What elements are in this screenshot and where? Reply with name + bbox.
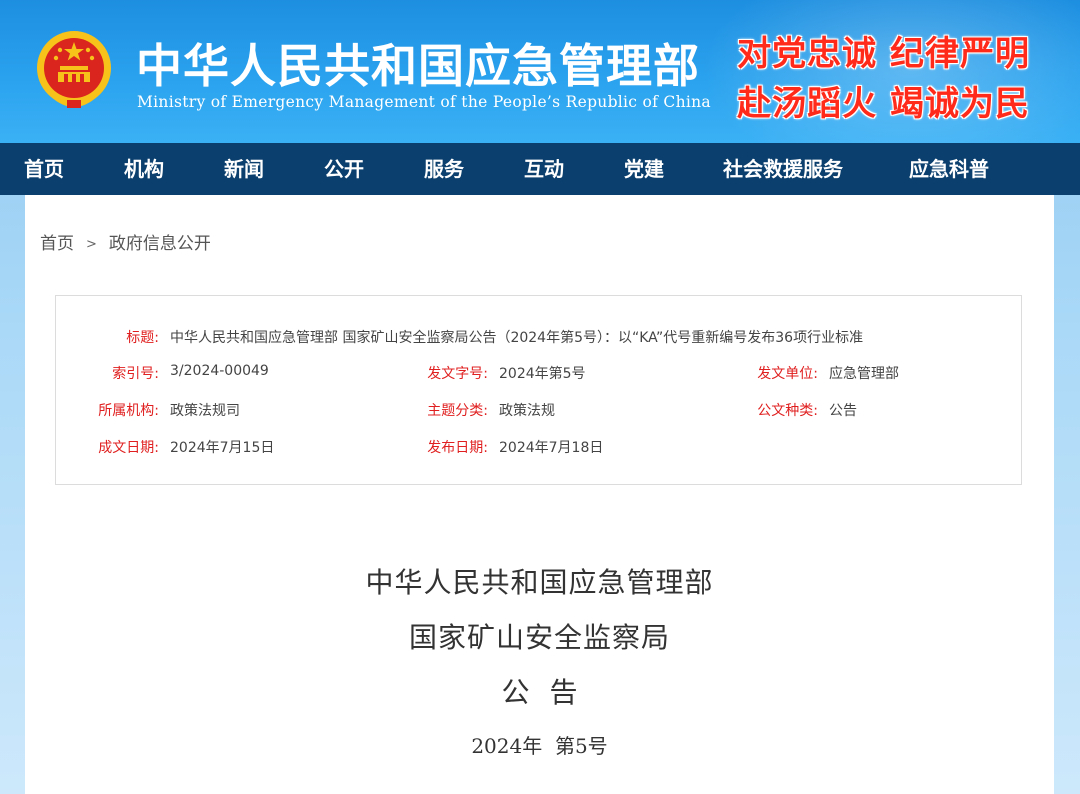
slogan-line-1: 对党忠诚 纪律严明 <box>737 34 1030 74</box>
meta-title-label: 标题: <box>126 330 159 346</box>
document-heading-bureau: 国家矿山安全监察局 <box>408 621 670 654</box>
meta-title-value: 中华人民共和国应急管理部 国家矿山安全监察局公告（2024年第5号）：以“KA”… <box>170 330 864 346</box>
meta-created-label: 成文日期: <box>98 440 159 456</box>
nav-item-services[interactable]: 服务 <box>424 143 464 195</box>
meta-topic-label: 主题分类: <box>427 403 488 419</box>
meta-docno-label: 发文字号: <box>427 366 488 382</box>
meta-created-value: 2024年7月15日 <box>170 440 275 456</box>
meta-type-label: 公文种类: <box>757 403 818 419</box>
site-title: 中华人民共和国应急管理部 <box>136 39 700 93</box>
nav-item-home[interactable]: 首页 <box>24 143 64 195</box>
meta-issuer-label: 发文单位: <box>757 366 818 382</box>
meta-docno-value: 2024年第5号 <box>499 366 586 382</box>
breadcrumb: 首页 > 政府信息公开 <box>40 229 211 254</box>
site-subtitle: Ministry of Emergency Management of the … <box>137 93 711 111</box>
content-panel: 首页 > 政府信息公开 标题: 中华人民共和国应急管理部 国家矿山安全监察局公告（2… <box>25 195 1054 794</box>
meta-org-label: 所属机构: <box>98 403 159 419</box>
breadcrumb-home-link[interactable]: 首页 <box>40 234 74 254</box>
meta-published-label: 发布日期: <box>427 440 488 456</box>
breadcrumb-separator: > <box>86 237 97 252</box>
meta-type-value: 公告 <box>829 403 857 419</box>
main-nav: 首页 机构 新闻 公开 服务 互动 党建 社会救援服务 应急科普 <box>0 143 1080 195</box>
meta-index-value: 3/2024-00049 <box>170 363 269 379</box>
document-metadata-box: 标题: 中华人民共和国应急管理部 国家矿山安全监察局公告（2024年第5号）：以… <box>55 295 1022 485</box>
national-emblem-icon <box>37 31 111 108</box>
slogan-line-2: 赴汤蹈火 竭诚为民 <box>737 84 1030 124</box>
nav-item-interaction[interactable]: 互动 <box>524 143 564 195</box>
site-header: 中华人民共和国应急管理部 Ministry of Emergency Manag… <box>0 0 1080 143</box>
document-number: 2024年 第5号 <box>471 734 608 758</box>
meta-index-label: 索引号: <box>112 366 159 382</box>
meta-published-value: 2024年7月18日 <box>499 440 604 456</box>
breadcrumb-current-link[interactable]: 政府信息公开 <box>109 234 211 254</box>
document-heading-ministry: 中华人民共和国应急管理部 <box>365 566 714 599</box>
nav-item-party-building[interactable]: 党建 <box>624 143 664 195</box>
document-heading-announcement: 公告 <box>501 676 598 709</box>
nav-item-rescue-services[interactable]: 社会救援服务 <box>723 143 843 195</box>
meta-org-value: 政策法规司 <box>170 403 240 419</box>
nav-item-news[interactable]: 新闻 <box>224 143 264 195</box>
meta-issuer-value: 应急管理部 <box>829 366 899 382</box>
nav-item-emergency-science[interactable]: 应急科普 <box>909 143 989 195</box>
nav-item-public-info[interactable]: 公开 <box>324 143 364 195</box>
meta-topic-value: 政策法规 <box>499 403 555 419</box>
nav-item-organization[interactable]: 机构 <box>124 143 164 195</box>
